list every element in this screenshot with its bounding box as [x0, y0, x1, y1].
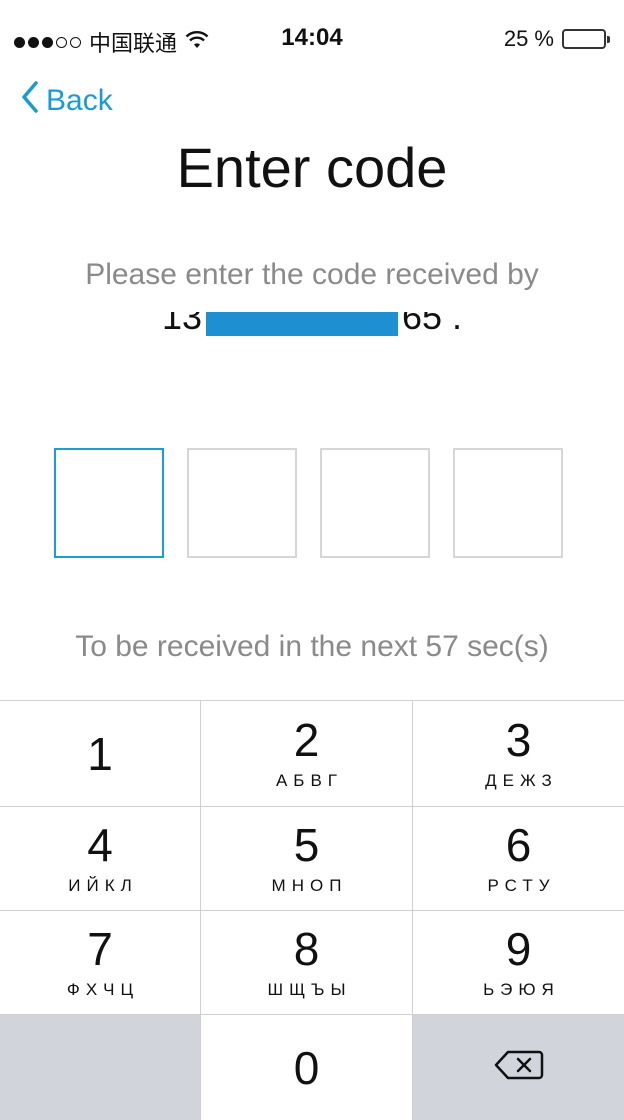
key-digit: 0: [293, 1041, 320, 1094]
key-blank: [0, 1015, 201, 1120]
delete-key[interactable]: [413, 1015, 624, 1120]
key-9[interactable]: 9 ЬЭЮЯ: [413, 911, 624, 1015]
key-letters: ШЩЪЫ: [267, 979, 352, 999]
page-title: Enter code: [176, 136, 448, 199]
code-digit-4[interactable]: [453, 448, 563, 558]
key-2[interactable]: 2 АБВГ: [201, 701, 413, 807]
status-right: 25 %: [503, 26, 610, 52]
code-digit-2[interactable]: [187, 448, 297, 558]
key-digit: 5: [293, 818, 320, 871]
key-digit: 8: [293, 922, 320, 975]
key-letters: ФХЧЦ: [66, 979, 140, 999]
key-letters: РСТУ: [487, 875, 556, 895]
key-3[interactable]: 3 ДЕЖЗ: [413, 701, 624, 807]
key-letters: ЬЭЮЯ: [483, 979, 560, 999]
chevron-left-icon: [20, 80, 40, 122]
key-digit: 2: [293, 713, 320, 766]
instruction-text: Please enter the code received by: [85, 258, 539, 291]
key-8[interactable]: 8 ШЩЪЫ: [201, 911, 413, 1015]
key-digit: 9: [505, 922, 532, 975]
back-button[interactable]: Back: [20, 80, 113, 122]
key-letters: ИЙКЛ: [68, 875, 138, 895]
code-input-group: [54, 448, 563, 558]
phone-number: 13 65 .: [0, 312, 624, 346]
code-digit-3[interactable]: [320, 448, 430, 558]
key-digit: 7: [87, 922, 113, 975]
key-digit: 4: [87, 818, 113, 871]
backspace-icon: [494, 1049, 544, 1086]
key-digit: 3: [505, 713, 532, 766]
numeric-keypad: 1 2 АБВГ 3 ДЕЖЗ 4 ИЙКЛ 5 МНОП 6 РСТУ 7 Ф…: [0, 700, 624, 1120]
key-0[interactable]: 0: [201, 1015, 413, 1120]
battery-icon: [562, 29, 610, 49]
phone-suffix: 65 .: [402, 312, 463, 337]
back-label: Back: [46, 84, 113, 117]
phone-prefix: 13: [161, 312, 202, 337]
key-digit: 1: [87, 727, 113, 780]
key-6[interactable]: 6 РСТУ: [413, 807, 624, 911]
resend-timer: To be received in the next 57 sec(s): [75, 630, 549, 663]
code-digit-1[interactable]: [54, 448, 164, 558]
key-7[interactable]: 7 ФХЧЦ: [0, 911, 201, 1015]
redaction-bar: [206, 312, 398, 336]
key-digit: 6: [505, 818, 532, 871]
key-letters: ДЕЖЗ: [485, 770, 558, 790]
key-letters: МНОП: [271, 875, 348, 895]
battery-percent: 25 %: [503, 26, 554, 51]
status-bar: 中国联通 14:04 25 %: [0, 0, 624, 78]
key-4[interactable]: 4 ИЙКЛ: [0, 807, 201, 911]
key-5[interactable]: 5 МНОП: [201, 807, 413, 911]
key-1[interactable]: 1: [0, 701, 201, 807]
key-letters: АБВГ: [275, 770, 344, 790]
